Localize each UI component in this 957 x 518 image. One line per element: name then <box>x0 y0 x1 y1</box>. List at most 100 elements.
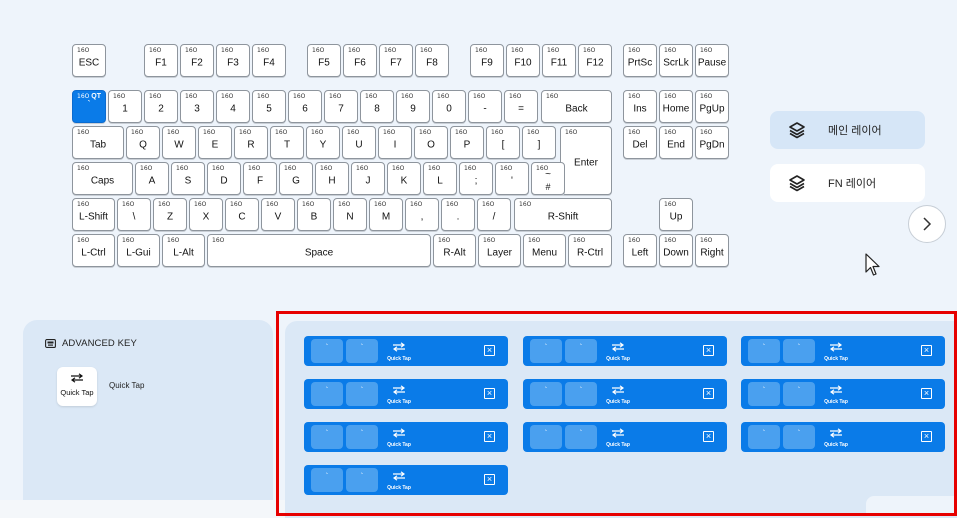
key-minus[interactable]: 16O - <box>468 90 502 123</box>
key-esc[interactable]: 16O ESC <box>72 44 106 77</box>
key-tag: 16O <box>573 237 586 244</box>
key-semicolon[interactable]: 16O; <box>459 162 493 195</box>
key-w[interactable]: 16O W <box>162 126 196 159</box>
key-lbracket[interactable]: 16O [ <box>486 126 520 159</box>
key-6[interactable]: 16O 6 <box>288 90 322 123</box>
layer-main-button[interactable]: 메인 레이어 <box>770 111 925 149</box>
key-j[interactable]: 16O J <box>351 162 385 195</box>
key-label: 5 <box>266 103 272 115</box>
key-4[interactable]: 16O 4 <box>216 90 250 123</box>
key-s[interactable]: 16O S <box>171 162 205 195</box>
key-end[interactable]: 16O End <box>659 126 693 159</box>
key-a[interactable]: 16O A <box>135 162 169 195</box>
key-b[interactable]: 16O B <box>297 198 331 231</box>
key-home[interactable]: 16O Home <box>659 90 693 123</box>
key-rshift[interactable]: 16O R-Shift <box>514 198 612 231</box>
key-pgup[interactable]: 16O PgUp <box>695 90 729 123</box>
key-tab[interactable]: 16O Tab <box>72 126 124 159</box>
key-f9[interactable]: 16O F9 <box>470 44 504 77</box>
key-h[interactable]: 16O H <box>315 162 349 195</box>
key-t[interactable]: 16O T <box>270 126 304 159</box>
key-m[interactable]: 16O M <box>369 198 403 231</box>
key-7[interactable]: 16O 7 <box>324 90 358 123</box>
key-r[interactable]: 16O R <box>234 126 268 159</box>
key-k[interactable]: 16O K <box>387 162 421 195</box>
key-rbracket[interactable]: 16O] <box>522 126 556 159</box>
key-f5[interactable]: 16O F5 <box>307 44 341 77</box>
key-tag: 16O <box>311 129 324 136</box>
key-f[interactable]: 16O F <box>243 162 277 195</box>
key-enter[interactable]: 16O Enter <box>560 126 612 195</box>
key-8[interactable]: 16O 8 <box>360 90 394 123</box>
key-lalt[interactable]: 16O L-Alt <box>162 234 205 267</box>
key-p[interactable]: 16O P <box>450 126 484 159</box>
key-ralt[interactable]: 16O R-Alt <box>433 234 476 267</box>
key-equal[interactable]: 16O = <box>504 90 538 123</box>
key-caps[interactable]: 16O Caps <box>72 162 133 195</box>
key-2[interactable]: 16O 2 <box>144 90 178 123</box>
key-prtsc[interactable]: 16O PrtSc <box>623 44 657 77</box>
key-i[interactable]: 16O I <box>378 126 412 159</box>
key-f11[interactable]: 16O F11 <box>542 44 576 77</box>
next-page-button[interactable] <box>908 205 946 243</box>
key-q[interactable]: 16O Q <box>126 126 160 159</box>
key-down[interactable]: 16O Down <box>659 234 693 267</box>
key-scrlk[interactable]: 16O ScrLk <box>659 44 693 77</box>
quick-tap-card[interactable]: Quick Tap <box>57 367 97 406</box>
key-del[interactable]: 16O Del <box>623 126 657 159</box>
layer-fn-button[interactable]: FN 레이어 <box>770 164 925 202</box>
key-up[interactable]: 16O Up <box>659 198 693 231</box>
key-1[interactable]: 16O 1 <box>108 90 142 123</box>
key-9[interactable]: 16O 9 <box>396 90 430 123</box>
key-lshift[interactable]: 16O L-Shift <box>72 198 115 231</box>
key-layer[interactable]: 16O Layer <box>478 234 521 267</box>
key-e[interactable]: 16O E <box>198 126 232 159</box>
key-tag: 16O <box>221 47 234 54</box>
key-z[interactable]: 16O Z <box>153 198 187 231</box>
key-3[interactable]: 16O 3 <box>180 90 214 123</box>
key-rctrl[interactable]: 16O R-Ctrl <box>568 234 612 267</box>
key-c[interactable]: 16O C <box>225 198 259 231</box>
key-5[interactable]: 16O 5 <box>252 90 286 123</box>
key-f10[interactable]: 16O F10 <box>506 44 540 77</box>
key-l[interactable]: 16O L <box>423 162 457 195</box>
key-pause[interactable]: 16O Pause <box>695 44 729 77</box>
key-f2[interactable]: 16O F2 <box>180 44 214 77</box>
key-space[interactable]: 16O Space <box>207 234 431 267</box>
key-f8[interactable]: 16O F8 <box>415 44 449 77</box>
key-u[interactable]: 16O U <box>342 126 376 159</box>
key-ins[interactable]: 16O Ins <box>623 90 657 123</box>
key-menu[interactable]: 16O Menu <box>523 234 566 267</box>
key-backspace[interactable]: 16O Back <box>541 90 612 123</box>
key-d[interactable]: 16O D <box>207 162 241 195</box>
key-label: - <box>483 103 487 115</box>
key-quote[interactable]: 16O ' <box>495 162 529 195</box>
key-left[interactable]: 16O Left <box>623 234 657 267</box>
key-hash[interactable]: 16O ~ # <box>531 162 565 195</box>
key-f1[interactable]: 16O F1 <box>144 44 178 77</box>
key-slash[interactable]: 16O / <box>477 198 511 231</box>
key-tag: 16O <box>167 129 180 136</box>
key-period[interactable]: 16O. <box>441 198 475 231</box>
key-right[interactable]: 16O Right <box>695 234 729 267</box>
key-n[interactable]: 16O N <box>333 198 367 231</box>
key-y[interactable]: 16O Y <box>306 126 340 159</box>
key-f7[interactable]: 16O F7 <box>379 44 413 77</box>
key-label: Ins <box>633 103 647 115</box>
key-lctrl[interactable]: 16O L-Ctrl <box>72 234 115 267</box>
key-v[interactable]: 16O V <box>261 198 295 231</box>
key-g[interactable]: 16O G <box>279 162 313 195</box>
key-f6[interactable]: 16O F6 <box>343 44 377 77</box>
key-0[interactable]: 16O 0 <box>432 90 466 123</box>
key-f3[interactable]: 16O F3 <box>216 44 250 77</box>
key-backslash[interactable]: 16O \ <box>117 198 151 231</box>
key-comma[interactable]: 16O, <box>405 198 439 231</box>
advanced-key-panel: ADVANCED KEY Quick Tap Quick Tap <box>23 320 273 518</box>
key-lgui[interactable]: 16O L-Gui <box>117 234 160 267</box>
key-x[interactable]: 16O X <box>189 198 223 231</box>
key-backtick[interactable]: 16O QT ` <box>72 90 106 123</box>
key-pgdn[interactable]: 16O PgDn <box>695 126 729 159</box>
key-o[interactable]: 16O O <box>414 126 448 159</box>
key-f12[interactable]: 16O F12 <box>578 44 612 77</box>
key-f4[interactable]: 16O F4 <box>252 44 286 77</box>
